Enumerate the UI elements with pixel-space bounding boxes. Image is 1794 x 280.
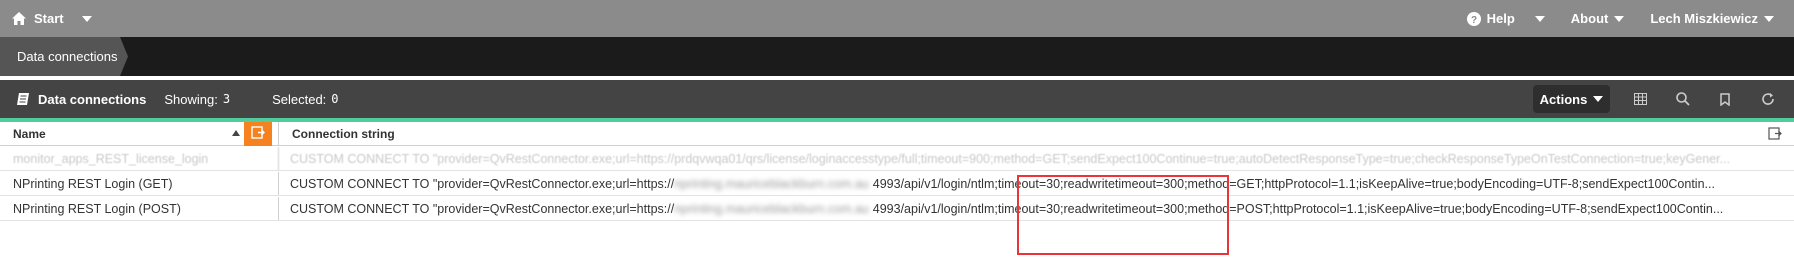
column-header-connection-string[interactable]: Connection string bbox=[280, 122, 395, 146]
showing-count: 3 bbox=[222, 92, 231, 106]
row-name: monitor_apps_REST_license_login bbox=[13, 152, 209, 166]
user-name: Lech Miszkiewicz bbox=[1650, 11, 1758, 26]
table-header: Name Connection string bbox=[0, 122, 1794, 146]
chevron-down-icon bbox=[1764, 15, 1774, 22]
row-connection-string-prefix: CUSTOM CONNECT TO "provider=QvRestConnec… bbox=[290, 177, 675, 191]
help-label: Help bbox=[1486, 11, 1515, 26]
row-connection-host-redacted: nprinting.mauriceblackburn.com.au bbox=[674, 202, 869, 216]
column-name-label: Name bbox=[13, 127, 46, 141]
column-connection-string-label: Connection string bbox=[292, 127, 395, 141]
start-label: Start bbox=[34, 11, 64, 26]
home-icon bbox=[12, 12, 26, 25]
about-label: About bbox=[1570, 11, 1609, 26]
row-connection-string-suffix: 4993/api/v1/login/ntlm;timeout=30;readwr… bbox=[872, 177, 1715, 191]
column-selector-icon bbox=[251, 126, 265, 142]
chevron-down-icon bbox=[1614, 15, 1625, 22]
table-row[interactable]: NPrinting REST Login (GET) CUSTOM CONNEC… bbox=[0, 172, 1794, 196]
selected-label: Selected: bbox=[272, 91, 327, 107]
table-row[interactable]: monitor_apps_REST_license_login CUSTOM C… bbox=[0, 147, 1794, 171]
user-menu[interactable]: Lech Miszkiewicz bbox=[1650, 11, 1774, 26]
chevron-down-icon bbox=[81, 15, 92, 22]
top-nav-bar: Start ? Help About Lech Miszkiewicz bbox=[0, 0, 1794, 37]
breadcrumb-bar: Data connections bbox=[0, 37, 1794, 76]
table-view-icon[interactable] bbox=[1627, 80, 1653, 118]
search-icon[interactable] bbox=[1670, 80, 1696, 118]
selected-count: 0 bbox=[331, 92, 339, 106]
table-row[interactable]: NPrinting REST Login (POST) CUSTOM CONNE… bbox=[0, 197, 1794, 221]
showing-label: Showing: bbox=[164, 91, 218, 107]
row-connection-string-suffix: 4993/api/v1/login/ntlm;timeout=30;readwr… bbox=[872, 202, 1724, 216]
breadcrumb-label: Data connections bbox=[17, 49, 118, 64]
chevron-down-icon bbox=[1593, 96, 1604, 102]
refresh-icon[interactable] bbox=[1755, 80, 1781, 118]
row-name: NPrinting REST Login (GET) bbox=[13, 177, 173, 191]
row-connection-string-prefix: CUSTOM CONNECT TO "provider=QvRestConnec… bbox=[290, 202, 675, 216]
about-menu[interactable]: About bbox=[1571, 11, 1625, 26]
help-icon: ? bbox=[1466, 11, 1481, 26]
svg-text:?: ? bbox=[1471, 15, 1477, 26]
row-name: NPrinting REST Login (POST) bbox=[13, 202, 181, 216]
row-connection-string: CUSTOM CONNECT TO "provider=QvRestConnec… bbox=[290, 152, 1731, 166]
sort-ascending-icon[interactable] bbox=[232, 130, 240, 136]
breadcrumb-data-connections[interactable]: Data connections bbox=[0, 37, 128, 76]
data-connections-icon bbox=[16, 92, 30, 106]
column-menu-icon[interactable] bbox=[1768, 127, 1782, 143]
actions-button[interactable]: Actions bbox=[1533, 85, 1610, 113]
list-toolbar: Data connections Showing: 3 Selected: 0 … bbox=[0, 80, 1794, 118]
chevron-down-icon bbox=[1534, 15, 1545, 22]
row-connection-host-redacted: nprinting.mauriceblackburn.com.au bbox=[674, 177, 869, 191]
column-selector-button[interactable] bbox=[244, 122, 272, 146]
toolbar-title: Data connections bbox=[38, 91, 147, 107]
bookmark-icon[interactable] bbox=[1712, 80, 1738, 118]
help-menu[interactable]: ? Help bbox=[1466, 11, 1545, 26]
actions-label: Actions bbox=[1539, 91, 1588, 107]
start-menu[interactable]: Start bbox=[12, 0, 92, 37]
